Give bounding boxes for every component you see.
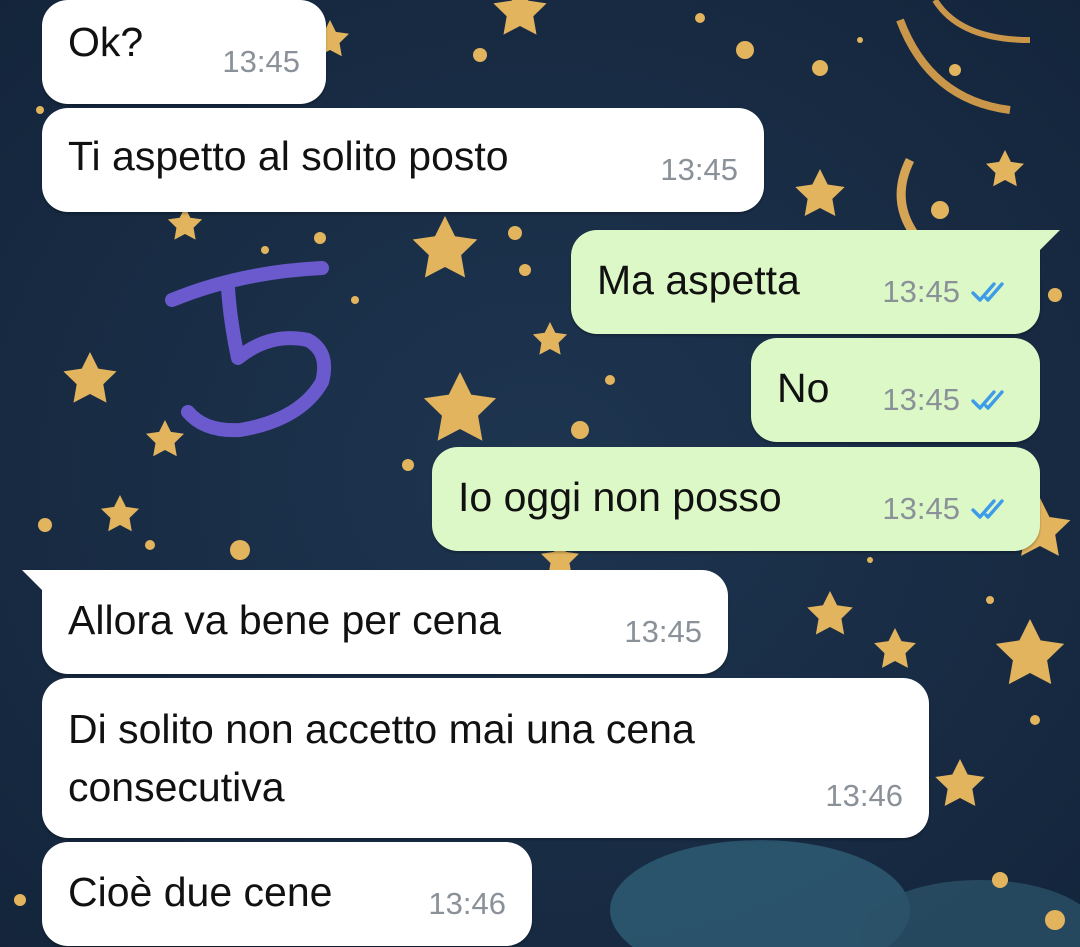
message-time: 13:45 [882, 382, 960, 417]
message-meta: 13:45 [882, 481, 1016, 537]
double-check-icon [971, 499, 1004, 519]
message-bubble-incoming[interactable]: Cioè due cene 13:46 [42, 842, 532, 946]
message-text: Di solito non accetto mai una cena conse… [68, 706, 695, 810]
bubble-tail [1030, 230, 1060, 260]
message-bubble-outgoing[interactable]: Io oggi non posso 13:45 [432, 447, 1040, 551]
message-text: Io oggi non posso [458, 474, 782, 520]
message-bubble-outgoing[interactable]: No 13:45 [751, 338, 1040, 442]
message-text: Cioè due cene [68, 869, 333, 915]
double-check-icon [971, 282, 1004, 302]
message-bubble-incoming[interactable]: Allora va bene per cena 13:45 [22, 570, 728, 674]
message-time: 13:45 [882, 491, 960, 526]
message-text: Allora va bene per cena [68, 597, 502, 643]
message-time: 13:45 [660, 152, 738, 187]
message-bubble-incoming[interactable]: Di solito non accetto mai una cena conse… [42, 678, 929, 838]
message-time: 13:45 [624, 614, 702, 649]
bubble-tail [22, 570, 52, 600]
message-text: No [777, 365, 830, 411]
message-time: 13:45 [222, 44, 300, 79]
message-text: Ok? [68, 19, 144, 65]
message-text: Ma aspetta [597, 257, 800, 303]
message-bubble-incoming[interactable]: Ti aspetto al solito posto 13:45 [42, 108, 764, 212]
message-time: 13:46 [428, 886, 506, 921]
message-bubble-incoming[interactable]: Ok? 13:45 [42, 0, 326, 104]
double-check-icon [971, 390, 1004, 410]
message-time: 13:46 [825, 778, 903, 813]
message-bubble-outgoing[interactable]: Ma aspetta 13:45 [571, 230, 1060, 334]
message-text: Ti aspetto al solito posto [68, 133, 509, 179]
message-meta: 13:45 [882, 264, 1016, 320]
message-list[interactable]: Ok? 13:45 Ti aspetto al solito posto 13:… [0, 0, 1080, 947]
message-time: 13:45 [882, 274, 960, 309]
message-meta: 13:45 [882, 372, 1016, 428]
